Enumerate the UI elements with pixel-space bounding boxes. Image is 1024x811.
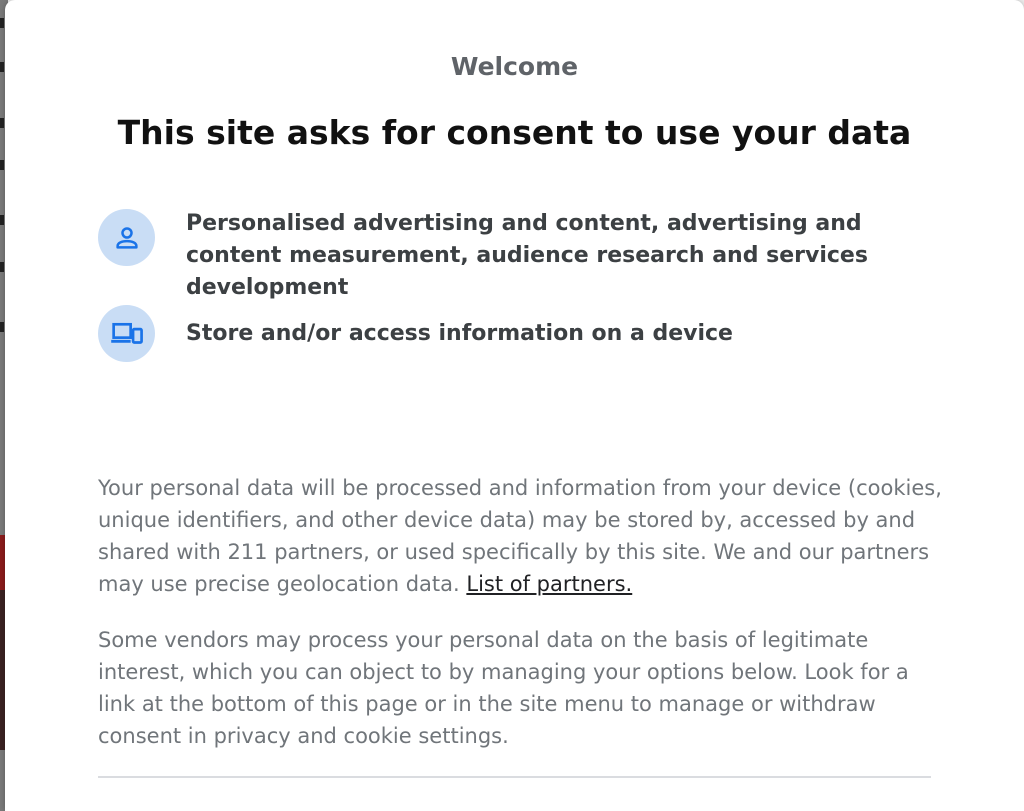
devices-icon	[98, 305, 155, 362]
person-icon	[98, 209, 155, 266]
background-text-fragment	[0, 322, 4, 332]
background-text-fragment	[0, 62, 4, 72]
purpose-item-store-access: Store and/or access information on a dev…	[98, 305, 928, 362]
consent-dialog: Welcome This site asks for consent to us…	[5, 0, 1024, 811]
divider	[98, 776, 931, 778]
purpose-item-personalised-ads: Personalised advertising and content, ad…	[98, 209, 928, 300]
background-text-fragment	[0, 262, 4, 272]
background-text-fragment	[0, 18, 4, 28]
background-text-fragment	[0, 118, 4, 128]
purpose-label: Personalised advertising and content, ad…	[186, 211, 868, 300]
list-of-partners-link[interactable]: List of partners.	[466, 572, 632, 596]
purpose-label: Store and/or access information on a dev…	[186, 321, 733, 346]
welcome-title: Welcome	[450, 52, 579, 81]
background-text-fragment	[0, 215, 4, 225]
legitimate-interest-description: Some vendors may process your personal d…	[98, 628, 909, 748]
background-text-fragment	[0, 160, 4, 170]
consent-description: Your personal data will be processed and…	[98, 472, 948, 600]
consent-headline: This site asks for consent to use your d…	[117, 113, 912, 152]
